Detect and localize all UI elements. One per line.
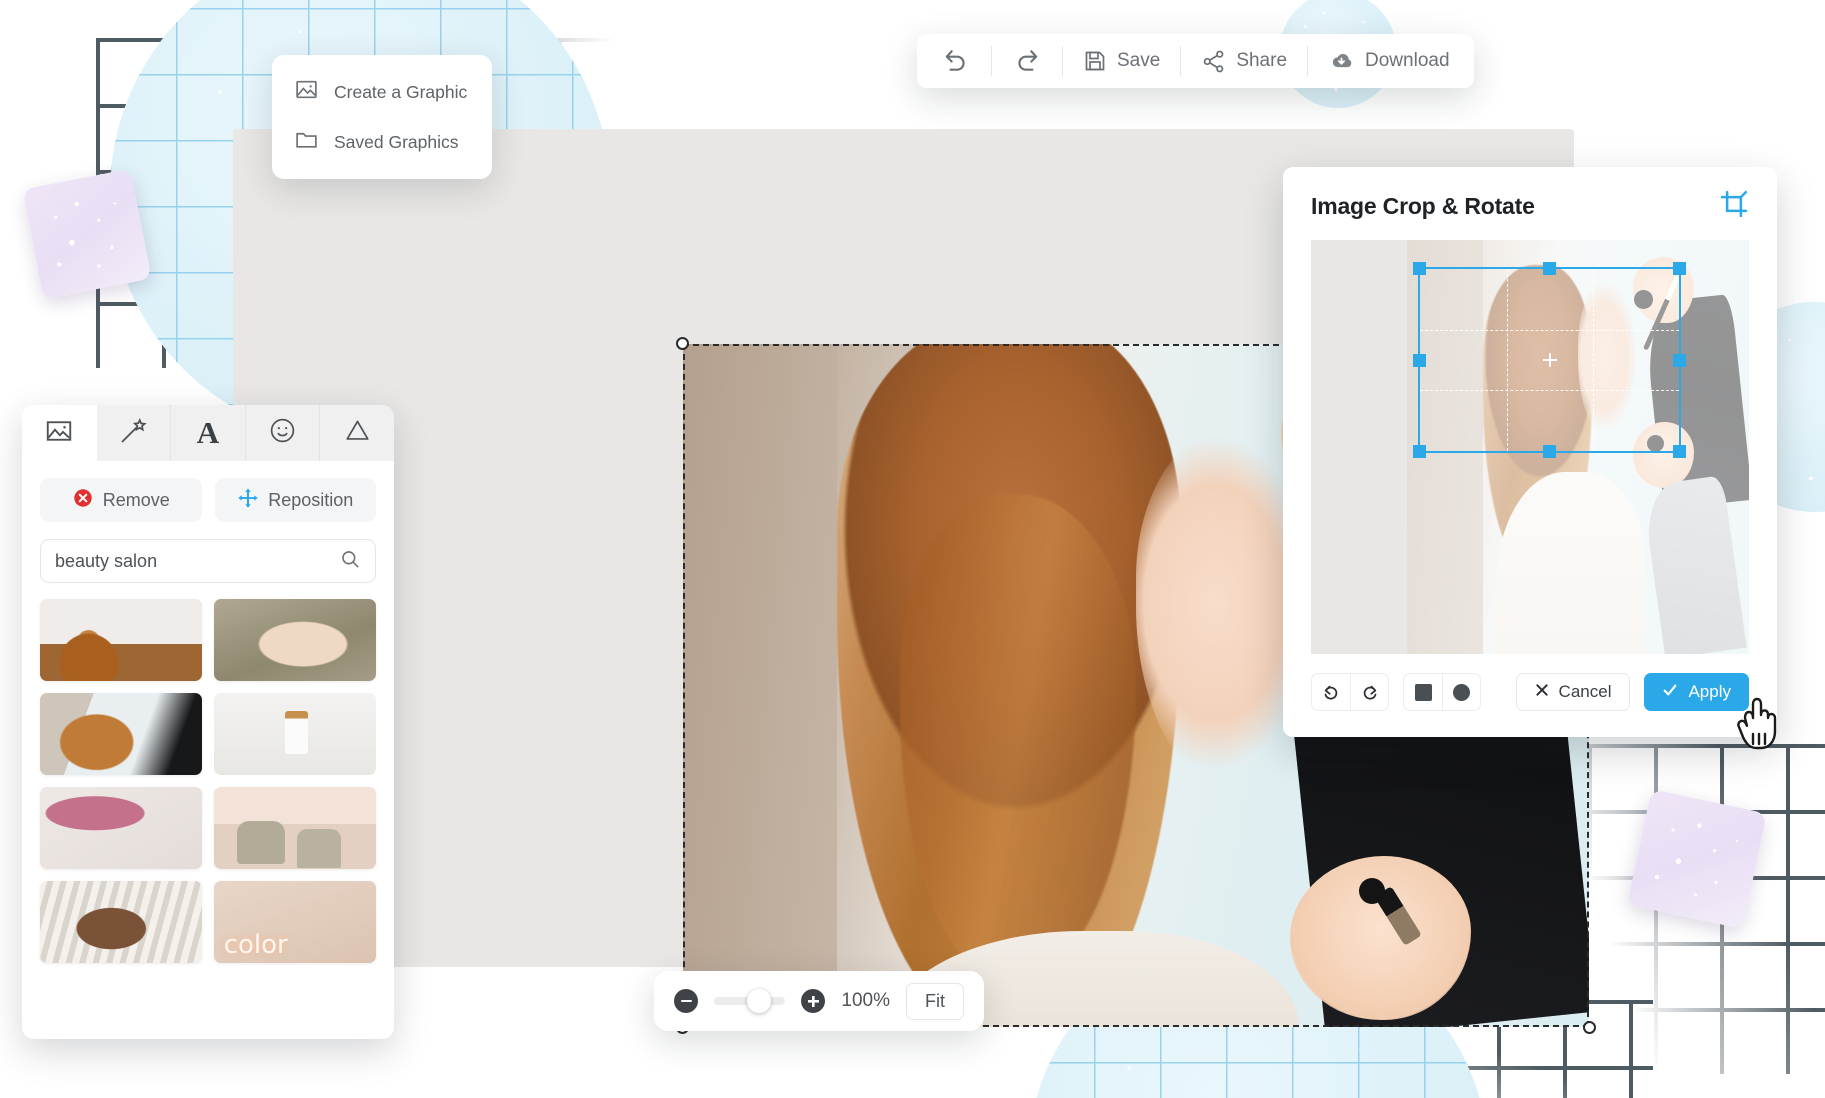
crop-icon[interactable] — [1719, 189, 1749, 224]
shape-circle-button[interactable] — [1442, 674, 1480, 710]
zoom-control-bar: 100% Fit — [654, 971, 984, 1031]
tools-sidebar: A Remove Reposition beauty salon color — [22, 405, 394, 1039]
resize-handle-bottom-right[interactable] — [1583, 1021, 1596, 1034]
crop-handle-bottom-left[interactable] — [1413, 445, 1427, 459]
triangle-icon — [343, 416, 372, 450]
apply-label: Apply — [1688, 682, 1731, 701]
save-label: Save — [1117, 50, 1161, 71]
resize-handle-top-left[interactable] — [676, 337, 689, 350]
deco-grid-right — [1588, 744, 1825, 1074]
cancel-label: Cancel — [1558, 682, 1612, 701]
tab-shapes[interactable] — [320, 405, 394, 461]
tab-effects[interactable] — [96, 405, 172, 461]
deco-sticker-right — [1627, 789, 1767, 929]
share-label: Share — [1236, 50, 1288, 71]
move-icon — [237, 487, 259, 514]
reposition-label: Reposition — [268, 489, 354, 510]
crop-selection-box[interactable] — [1413, 261, 1687, 459]
image-thumbnail[interactable] — [214, 693, 376, 775]
check-icon — [1662, 682, 1678, 703]
plus-icon — [807, 995, 819, 1007]
crop-panel-header: Image Crop & Rotate — [1283, 167, 1777, 240]
crop-handle-bottom-right[interactable] — [1673, 445, 1687, 459]
crop-panel-footer: Cancel Apply — [1283, 654, 1777, 730]
share-button[interactable]: Share — [1181, 34, 1307, 88]
zoom-percentage: 100% — [841, 990, 890, 1011]
cancel-button[interactable]: Cancel — [1515, 673, 1631, 711]
image-search-bar[interactable] — [40, 539, 376, 583]
crop-handle-middle-left[interactable] — [1413, 353, 1427, 367]
crop-preview[interactable] — [1311, 240, 1749, 654]
magic-wand-icon — [118, 416, 148, 451]
image-thumbnail[interactable] — [40, 787, 202, 869]
share-icon — [1201, 49, 1226, 74]
image-thumbnail[interactable] — [214, 787, 376, 869]
download-label: Download — [1365, 50, 1450, 71]
shape-square-button[interactable] — [1404, 674, 1442, 710]
sidebar-tabs: A — [22, 405, 394, 461]
image-thumbnail[interactable] — [40, 599, 202, 681]
fit-button[interactable]: Fit — [906, 982, 964, 1020]
image-icon — [44, 416, 74, 451]
download-cloud-icon — [1328, 48, 1355, 75]
rotate-button-group — [1311, 673, 1389, 711]
zoom-out-button[interactable] — [674, 989, 698, 1013]
image-results-grid — [22, 583, 394, 981]
redo-button[interactable] — [992, 34, 1062, 88]
image-actions-row: Remove Reposition — [22, 461, 394, 522]
close-icon — [1535, 682, 1549, 702]
search-icon[interactable] — [339, 548, 361, 575]
undo-icon — [943, 48, 969, 74]
menu-item-label: Saved Graphics — [334, 131, 459, 152]
folder-icon — [294, 127, 319, 157]
crop-handle-top-center[interactable] — [1543, 261, 1557, 275]
image-thumbnail[interactable] — [40, 693, 202, 775]
remove-label: Remove — [102, 489, 170, 510]
image-thumbnail[interactable] — [40, 881, 202, 963]
zoom-slider-knob[interactable] — [746, 989, 771, 1013]
crop-handle-top-left[interactable] — [1413, 261, 1427, 275]
square-icon — [1414, 683, 1432, 701]
download-button[interactable]: Download — [1308, 34, 1470, 88]
zoom-in-button[interactable] — [801, 989, 826, 1013]
deco-sticker-left — [22, 168, 152, 300]
letter-a-icon: A — [196, 415, 220, 450]
tab-images[interactable] — [22, 405, 97, 461]
app-screenshot: Save Share Download Create a Graphic Sav… — [0, 0, 1825, 1098]
remove-circle-icon — [72, 487, 94, 514]
reposition-button[interactable]: Reposition — [214, 478, 376, 522]
circle-icon — [1453, 683, 1470, 701]
smiley-icon — [268, 416, 297, 450]
save-button[interactable]: Save — [1063, 34, 1180, 88]
image-icon — [294, 77, 319, 107]
crop-panel-title: Image Crop & Rotate — [1311, 193, 1535, 219]
graphics-dropdown-menu: Create a Graphic Saved Graphics — [272, 55, 492, 179]
tab-stickers[interactable] — [245, 405, 321, 461]
menu-item-label: Create a Graphic — [334, 81, 468, 102]
crop-handle-top-right[interactable] — [1673, 261, 1687, 275]
image-thumbnail[interactable] — [214, 881, 376, 963]
top-toolbar: Save Share Download — [917, 34, 1474, 88]
menu-item-create-a-graphic[interactable]: Create a Graphic — [272, 67, 492, 117]
image-thumbnail[interactable] — [214, 599, 376, 681]
zoom-slider-track[interactable] — [714, 989, 786, 1013]
minus-icon — [680, 999, 692, 1003]
remove-button[interactable]: Remove — [40, 478, 202, 522]
tab-text[interactable]: A — [171, 405, 246, 461]
crop-handle-middle-right[interactable] — [1673, 353, 1687, 367]
image-crop-rotate-panel: Image Crop & Rotate Cancel Apply — [1283, 167, 1777, 737]
rotate-right-button[interactable] — [1350, 674, 1388, 710]
redo-icon — [1014, 48, 1040, 74]
undo-button[interactable] — [921, 34, 991, 88]
crop-handle-bottom-center[interactable] — [1543, 445, 1557, 459]
search-input[interactable] — [55, 550, 339, 572]
save-icon — [1083, 49, 1107, 73]
rotate-left-button[interactable] — [1312, 674, 1350, 710]
shape-button-group — [1403, 673, 1481, 711]
menu-item-saved-graphics[interactable]: Saved Graphics — [272, 117, 492, 167]
mouse-cursor-icon — [1733, 694, 1785, 756]
